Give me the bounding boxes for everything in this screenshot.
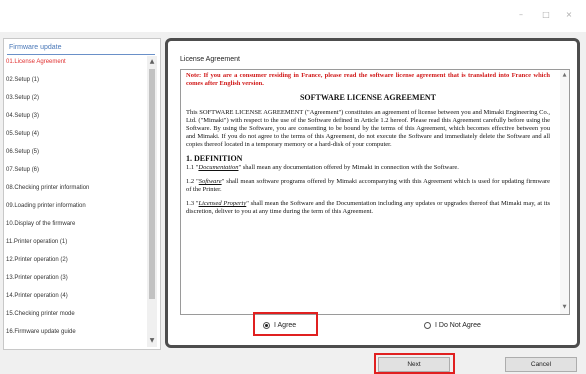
license-text-box[interactable]: Note: If you are a consumer residing in … xyxy=(180,69,570,315)
step-item-printer-operation-1[interactable]: 11.Printer operation (1) xyxy=(6,236,144,249)
definition-heading: 1. DEFINITION xyxy=(186,154,243,163)
step-item-checking-printer-information[interactable]: 08.Checking printer information xyxy=(6,182,144,195)
clause-1-2: 1.2 "Software" shall mean software progr… xyxy=(186,178,550,194)
scroll-up-icon[interactable]: ▲ xyxy=(147,57,157,67)
next-highlight-box xyxy=(374,353,455,374)
clause-number: 1.2 " xyxy=(186,178,199,185)
clause-1-1: 1.1 "Documentation" shall mean any docum… xyxy=(186,164,550,172)
step-item-printer-operation-4[interactable]: 14.Printer operation (4) xyxy=(6,290,144,303)
step-sidebar: Firmware update 01.License Agreement 02.… xyxy=(3,38,161,350)
step-item-display-of-firmware[interactable]: 10.Display of the firmware xyxy=(6,218,144,231)
agree-highlight-box xyxy=(253,312,318,336)
clause-number: 1.3 " xyxy=(186,200,199,207)
cancel-button[interactable]: Cancel xyxy=(505,357,577,372)
step-list: 01.License Agreement 02.Setup (1) 03.Set… xyxy=(4,56,146,347)
step-item-setup-5[interactable]: 06.Setup (5) xyxy=(6,146,144,159)
step-item-printer-operation-2[interactable]: 12.Printer operation (2) xyxy=(6,254,144,267)
clause-number: 1.1 " xyxy=(186,164,199,171)
step-item-setup-4[interactable]: 05.Setup (4) xyxy=(6,128,144,141)
clause-1-3: 1.3 "Licensed Property" shall mean the S… xyxy=(186,200,550,216)
step-item-checking-printer-mode[interactable]: 15.Checking printer mode xyxy=(6,308,144,321)
close-icon[interactable]: × xyxy=(562,10,576,20)
step-item-setup-1[interactable]: 02.Setup (1) xyxy=(6,74,144,87)
sidebar-divider xyxy=(7,54,155,55)
license-text: Note: If you are a consumer residing in … xyxy=(186,72,550,222)
step-item-setup-3[interactable]: 04.Setup (3) xyxy=(6,110,144,123)
minimize-icon[interactable]: – xyxy=(514,10,528,20)
step-item-setup-6[interactable]: 07.Setup (6) xyxy=(6,164,144,177)
license-panel: License Agreement Note: If you are a con… xyxy=(165,38,580,348)
title-bar: – □ × xyxy=(0,0,586,30)
sidebar-title: Firmware update xyxy=(9,44,62,51)
disagree-label[interactable]: I Do Not Agree xyxy=(435,322,481,329)
france-note: Note: If you are a consumer residing in … xyxy=(186,72,550,87)
scroll-down-icon[interactable]: ▼ xyxy=(147,336,157,346)
defined-term: Software xyxy=(198,178,222,185)
panel-title: License Agreement xyxy=(180,56,240,63)
maximize-icon[interactable]: □ xyxy=(539,10,553,20)
license-scrollbar[interactable]: ▲ ▼ xyxy=(560,70,569,314)
defined-term: Documentation xyxy=(198,164,239,171)
radio-unselected-icon[interactable] xyxy=(424,321,431,329)
agreement-intro: This SOFTWARE LICENSE AGREEMENT ("Agreem… xyxy=(186,109,550,148)
sidebar-scroll-thumb[interactable] xyxy=(149,69,155,299)
clause-text: " shall mean software programs offered b… xyxy=(186,178,551,193)
step-item-setup-2[interactable]: 03.Setup (2) xyxy=(6,92,144,105)
scroll-up-icon[interactable]: ▲ xyxy=(560,71,569,80)
agreement-heading: SOFTWARE LICENSE AGREEMENT xyxy=(299,93,437,102)
defined-term: Licensed Property xyxy=(198,200,247,207)
step-item-loading-printer-information[interactable]: 09.Loading printer information xyxy=(6,200,144,213)
disagree-radio[interactable]: I Do Not Agree xyxy=(424,317,481,333)
scroll-down-icon[interactable]: ▼ xyxy=(560,303,569,312)
clause-text: " shall mean any documentation offered b… xyxy=(238,164,459,171)
step-item-license-agreement[interactable]: 01.License Agreement xyxy=(6,56,144,69)
step-item-printer-operation-3[interactable]: 13.Printer operation (3) xyxy=(6,272,144,285)
sidebar-scrollbar[interactable]: ▲ ▼ xyxy=(147,56,157,347)
step-item-firmware-update-guide[interactable]: 16.Firmware update guide xyxy=(6,326,144,339)
